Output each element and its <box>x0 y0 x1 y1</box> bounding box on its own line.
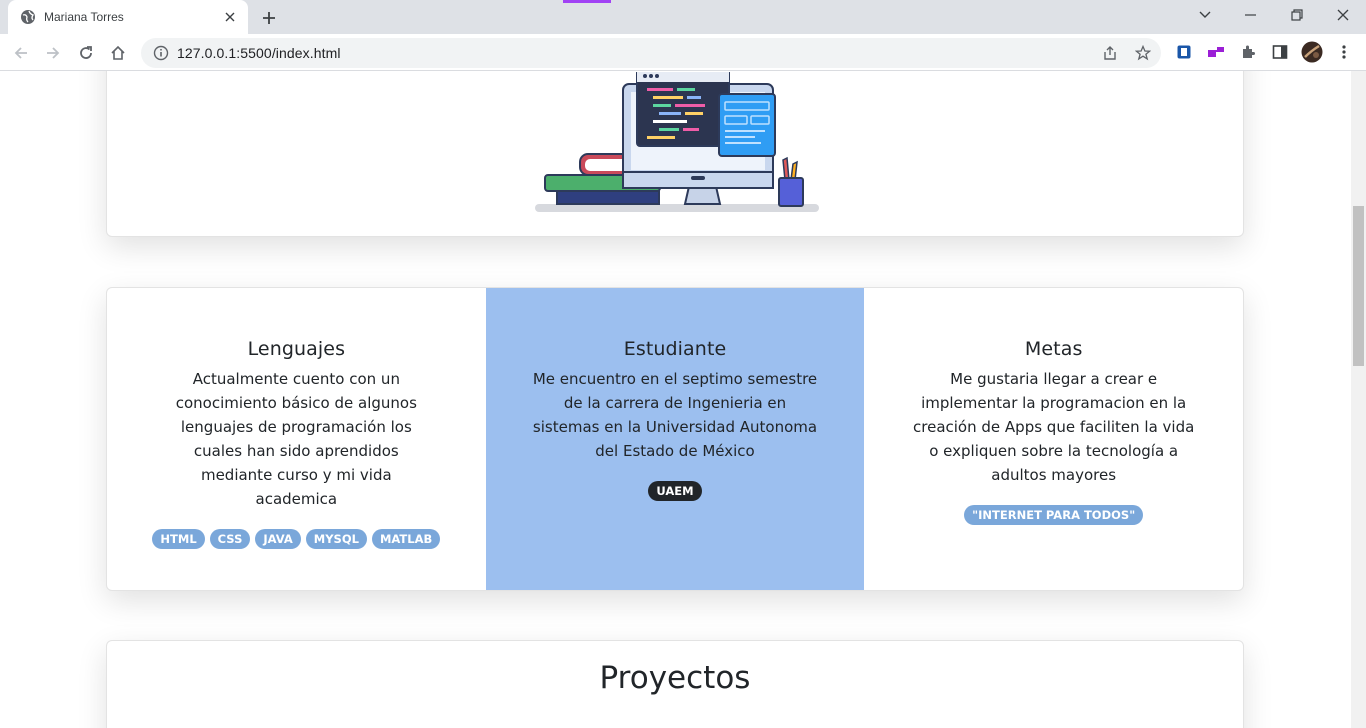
tab-title: Mariana Torres <box>44 10 124 24</box>
home-icon[interactable] <box>105 40 131 66</box>
card-text: Me gustaria llegar a crear e implementar… <box>913 370 1195 484</box>
scrollbar-thumb[interactable] <box>1353 206 1364 366</box>
card-text: Me encuentro en el septimo semestre de l… <box>532 370 818 460</box>
extension-icon[interactable] <box>1238 42 1258 62</box>
card-text: Actualmente cuento con un conocimiento b… <box>175 370 417 508</box>
globe-icon <box>20 9 36 25</box>
card-title: Lenguajes <box>247 338 346 360</box>
reader-extension-icon[interactable] <box>1174 42 1194 62</box>
purple-extension-icon[interactable] <box>1206 42 1226 62</box>
share-icon[interactable] <box>1101 44 1119 62</box>
address-bar[interactable]: 127.0.0.1:5500/index.html <box>141 38 1161 68</box>
badge-list: UAEM <box>486 481 865 501</box>
back-arrow-icon[interactable] <box>8 40 34 66</box>
avatar[interactable] <box>1301 41 1323 63</box>
close-window-icon[interactable] <box>1320 0 1366 30</box>
badge-internet-para-todos: "INTERNET PARA TODOS" <box>964 505 1144 525</box>
minimize-icon[interactable] <box>1228 0 1274 30</box>
browser-toolbar: 127.0.0.1:5500/index.html <box>0 34 1366 71</box>
browser-tab[interactable]: Mariana Torres <box>8 0 248 34</box>
card-estudiante: Estudiante Me encuentro en el septimo se… <box>485 288 865 590</box>
badge-html: HTML <box>152 529 205 549</box>
profile-indicator <box>563 0 611 3</box>
badge-list: "INTERNET PARA TODOS" <box>864 505 1243 525</box>
badge-uaem: UAEM <box>648 481 702 501</box>
badge-java: JAVA <box>255 529 301 549</box>
chevron-down-icon[interactable] <box>1182 0 1228 30</box>
plus-icon[interactable] <box>258 7 280 29</box>
projects-card: Proyectos <box>106 640 1244 728</box>
url-text: 127.0.0.1:5500/index.html <box>177 45 341 61</box>
badge-mysql: MYSQL <box>305 529 367 549</box>
forward-arrow-icon[interactable] <box>40 40 66 66</box>
restore-icon[interactable] <box>1274 0 1320 30</box>
badge-matlab: MATLAB <box>371 529 441 549</box>
star-icon[interactable] <box>1134 44 1152 62</box>
card-metas: Metas Me gustaria llegar a crear e imple… <box>864 288 1243 590</box>
reload-icon[interactable] <box>73 40 99 66</box>
badge-css: CSS <box>209 529 251 549</box>
hero-card <box>106 71 1244 237</box>
badge-list: HTML CSS JAVA MYSQL MATLAB <box>107 529 486 549</box>
browser-tab-bar: Mariana Torres <box>0 0 1366 34</box>
scrollbar[interactable] <box>1351 71 1366 728</box>
computer-illustration <box>535 72 819 212</box>
card-lenguajes: Lenguajes Actualmente cuento con un cono… <box>107 288 486 590</box>
info-icon[interactable] <box>153 45 169 61</box>
card-title: Estudiante <box>623 338 727 360</box>
more-vert-icon[interactable] <box>1334 42 1354 62</box>
card-title: Metas <box>1024 338 1083 360</box>
side-panel-icon[interactable] <box>1270 42 1290 62</box>
page-viewport: Lenguajes Actualmente cuento con un cono… <box>0 71 1351 728</box>
projects-title: Proyectos <box>599 660 751 696</box>
info-card-group: Lenguajes Actualmente cuento con un cono… <box>106 287 1244 591</box>
close-icon[interactable] <box>222 9 238 25</box>
